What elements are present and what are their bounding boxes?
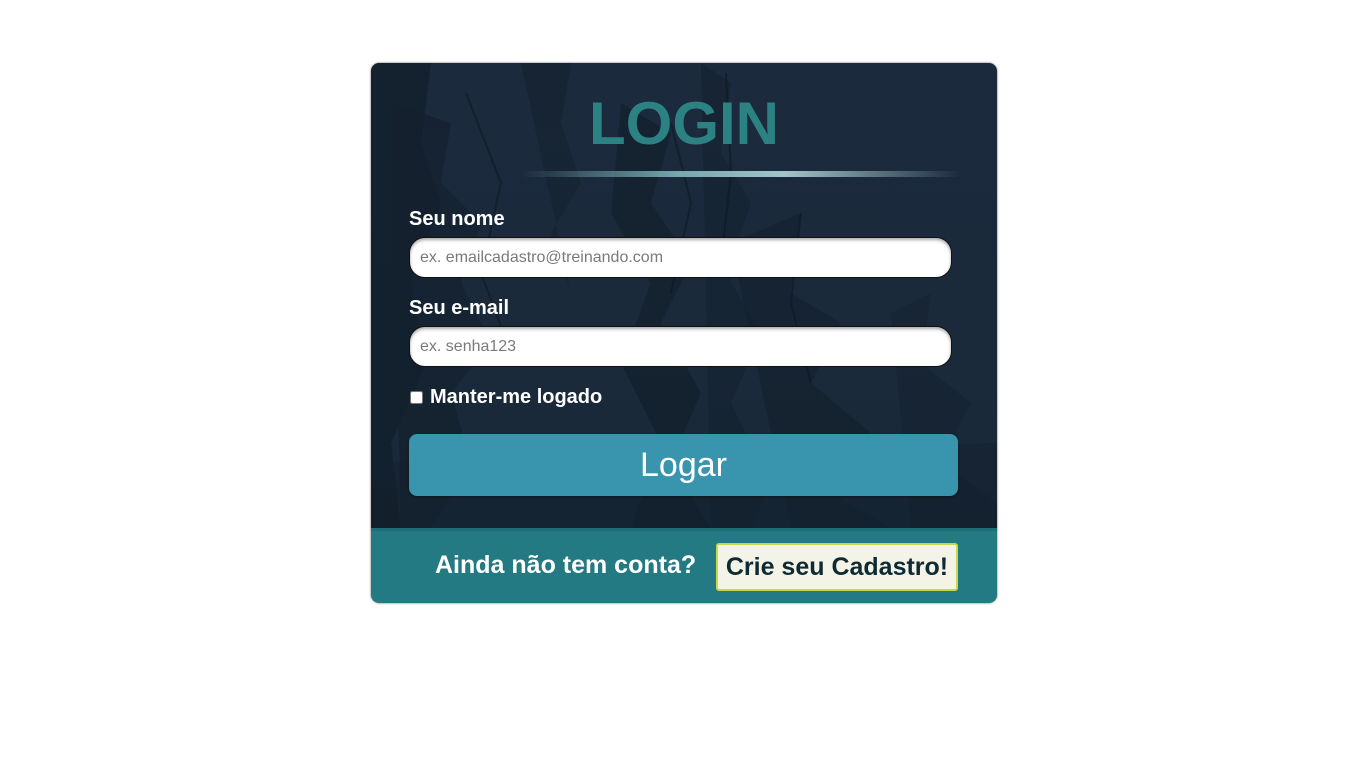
email-input[interactable] (409, 326, 952, 367)
name-field-label: Seu nome (409, 208, 505, 230)
name-input[interactable] (409, 237, 952, 278)
page-title: LOGIN (589, 90, 779, 157)
remember-me-label[interactable]: Manter-me logado (430, 386, 602, 409)
email-field-label: Seu e-mail (409, 297, 510, 319)
remember-me-row: Manter-me logado (409, 386, 602, 409)
login-button[interactable]: Logar (409, 434, 958, 496)
signup-button[interactable]: Crie seu Cadastro! (716, 543, 958, 591)
title-divider (521, 171, 961, 177)
login-card: LOGIN Seu nome Seu e-mail Manter-me loga… (371, 63, 997, 603)
no-account-prompt: Ainda não tem conta? (435, 551, 697, 579)
login-form-panel: LOGIN Seu nome Seu e-mail Manter-me loga… (371, 63, 997, 528)
remember-me-checkbox[interactable] (410, 391, 423, 404)
signup-footer: Ainda não tem conta? Crie seu Cadastro! (371, 528, 997, 603)
